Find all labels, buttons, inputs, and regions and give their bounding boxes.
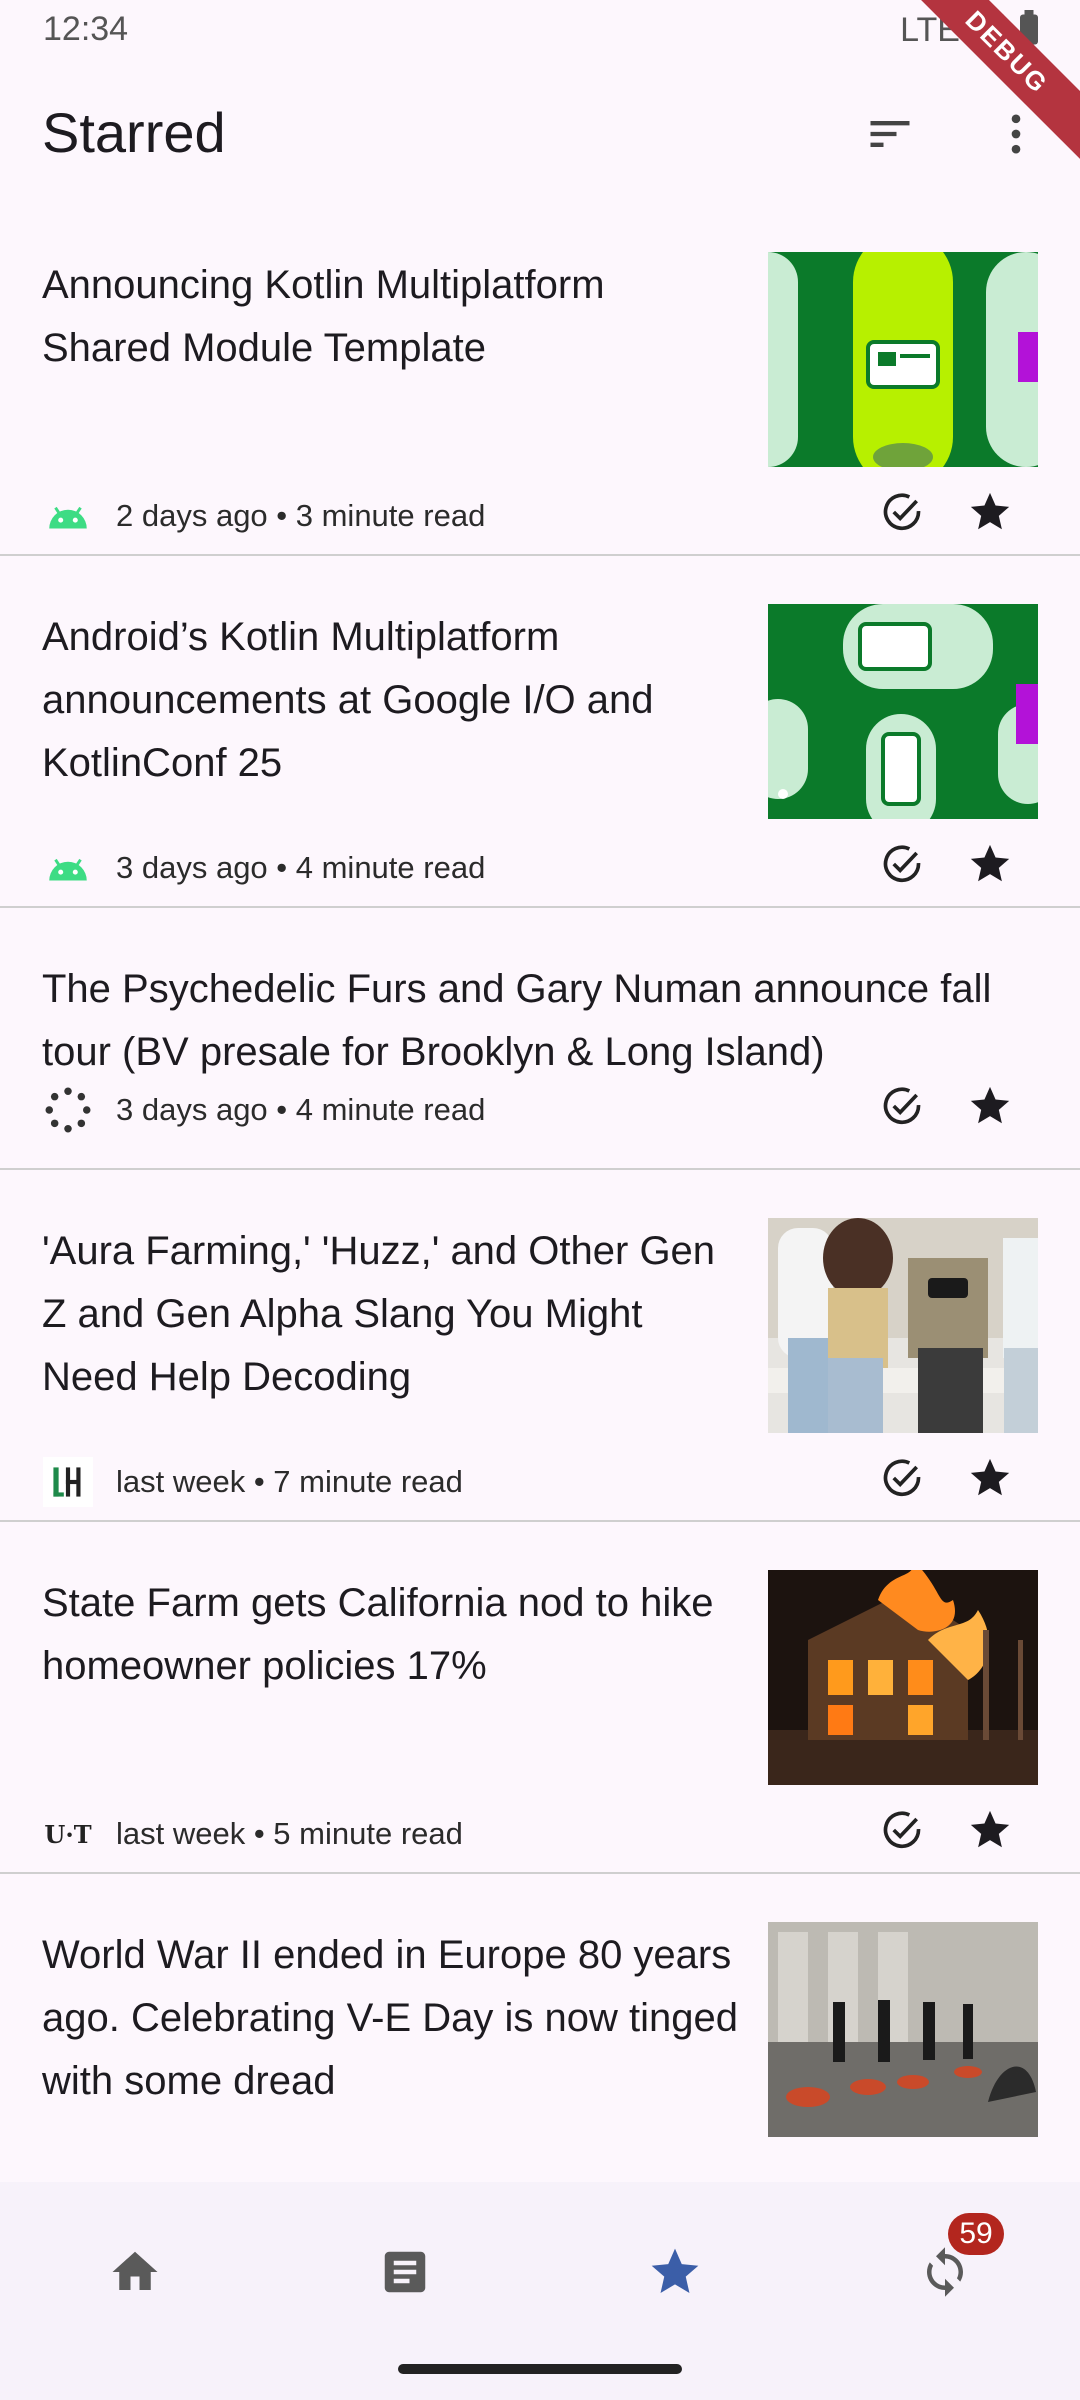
mark-read-button[interactable] — [870, 1074, 934, 1138]
article-item[interactable]: 'Aura Farming,' 'Huzz,' and Other Gen Z … — [0, 1170, 1080, 1522]
star-icon — [651, 2248, 699, 2293]
nav-home[interactable] — [75, 2222, 195, 2322]
article-thumbnail — [768, 252, 1038, 467]
status-bar: 12:34 LTE DEBUG — [0, 0, 1080, 165]
article-thumbnail — [768, 1570, 1038, 1785]
article-title: Announcing Kotlin Multiplatform Shared M… — [42, 263, 605, 370]
star-icon — [970, 1086, 1010, 1124]
home-indicator[interactable] — [398, 2364, 682, 2374]
article-title: The Psychedelic Furs and Gary Numan anno… — [42, 967, 992, 1074]
star-button[interactable] — [958, 832, 1022, 896]
article-meta-text: 3 days ago • 4 minute read — [116, 1092, 486, 1127]
nav-articles[interactable] — [345, 2222, 465, 2322]
mark-read-button[interactable] — [870, 1798, 934, 1862]
nav-starred[interactable] — [615, 2222, 735, 2322]
check-circle-icon — [883, 1811, 921, 1849]
page-title: Starred — [42, 101, 226, 164]
android-icon — [42, 490, 94, 542]
android-icon — [42, 842, 94, 894]
mark-read-button[interactable] — [870, 1446, 934, 1510]
status-time: 12:34 — [43, 10, 129, 48]
star-button[interactable] — [958, 480, 1022, 544]
article-meta-text: 3 days ago • 4 minute read — [116, 850, 486, 885]
article-list: Announcing Kotlin Multiplatform Shared M… — [0, 204, 1080, 2182]
star-icon — [970, 1458, 1010, 1496]
app-bar: Starred — [0, 64, 1080, 204]
star-button[interactable] — [958, 1074, 1022, 1138]
star-button[interactable] — [958, 1446, 1022, 1510]
star-icon — [970, 844, 1010, 882]
article-title: State Farm gets California nod to hike h… — [42, 1581, 714, 1688]
article-title: Android’s Kotlin Multiplatform announcem… — [42, 615, 654, 785]
sort-button[interactable] — [858, 102, 922, 166]
article-icon — [384, 2251, 426, 2293]
more-vert-icon — [1011, 114, 1021, 154]
article-meta: 3 days ago • 4 minute read — [42, 842, 485, 894]
article-meta-text: last week • 7 minute read — [116, 1464, 463, 1499]
article-item[interactable]: Android’s Kotlin Multiplatform announcem… — [0, 556, 1080, 908]
sort-icon — [870, 121, 910, 147]
article-item[interactable]: Announcing Kotlin Multiplatform Shared M… — [0, 204, 1080, 556]
check-circle-icon — [883, 845, 921, 883]
article-meta: last week • 7 minute read — [42, 1456, 463, 1508]
mark-read-button[interactable] — [870, 480, 934, 544]
article-meta-text: 2 days ago • 3 minute read — [116, 498, 486, 533]
usa-today-logo-text: U·T — [44, 1819, 92, 1849]
check-circle-icon — [883, 1087, 921, 1125]
article-item[interactable]: The Psychedelic Furs and Gary Numan anno… — [0, 908, 1080, 1170]
star-button[interactable] — [958, 1798, 1022, 1862]
check-circle-icon — [883, 493, 921, 531]
check-circle-icon — [883, 1459, 921, 1497]
article-title: World War II ended in Europe 80 years ag… — [42, 1933, 738, 2103]
article-thumbnail — [768, 1218, 1038, 1433]
article-meta-text: last week • 5 minute read — [116, 1816, 463, 1851]
usa-today-logo-icon: U·T — [42, 1808, 94, 1860]
article-meta: U·T last week • 5 minute read — [42, 1808, 463, 1860]
lh-logo-icon — [42, 1456, 94, 1508]
article-title: 'Aura Farming,' 'Huzz,' and Other Gen Z … — [42, 1229, 716, 1399]
mark-read-button[interactable] — [870, 832, 934, 896]
star-icon — [970, 1810, 1010, 1848]
home-icon — [112, 2251, 158, 2290]
more-options-button[interactable] — [984, 102, 1048, 166]
article-item[interactable]: World War II ended in Europe 80 years ag… — [0, 1874, 1080, 2182]
star-icon — [970, 492, 1010, 530]
article-thumbnail — [768, 604, 1038, 819]
article-meta: 3 days ago • 4 minute read — [42, 1084, 485, 1136]
article-item[interactable]: State Farm gets California nod to hike h… — [0, 1522, 1080, 1874]
sync-count-badge: 59 — [948, 2213, 1004, 2255]
article-meta: 2 days ago • 3 minute read — [42, 490, 485, 542]
article-thumbnail — [768, 1922, 1038, 2137]
loading-dots-icon — [42, 1084, 94, 1136]
